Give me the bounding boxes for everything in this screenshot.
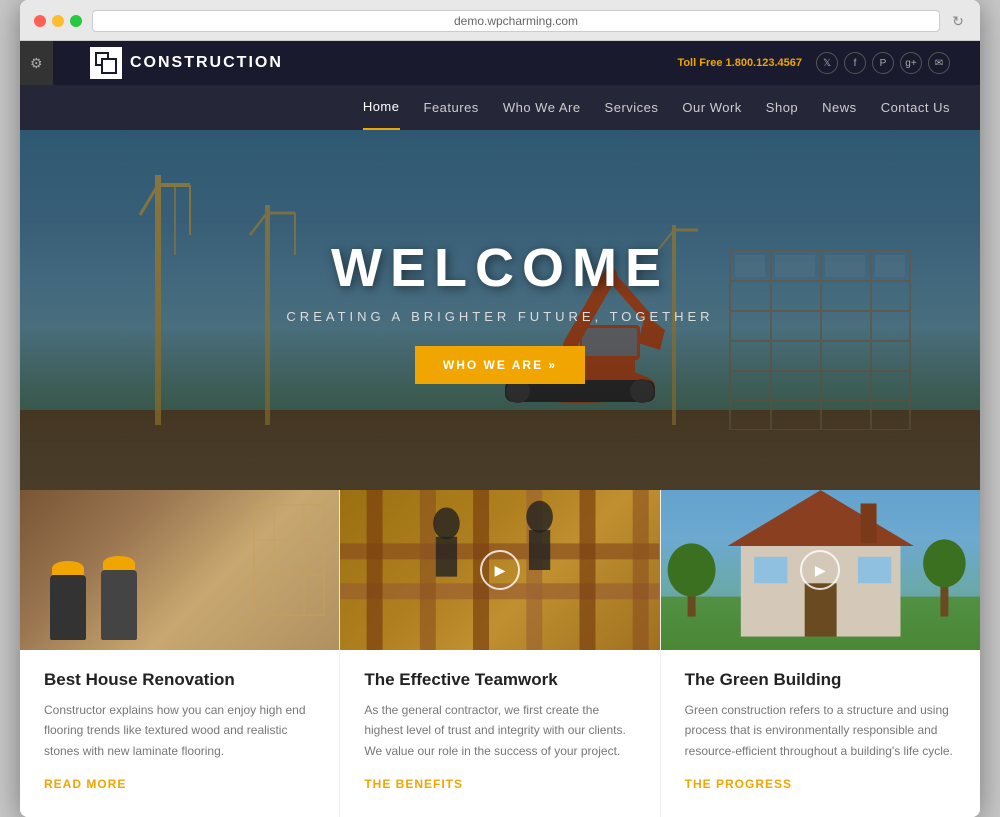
address-bar[interactable]: demo.wpcharming.com <box>92 10 940 32</box>
hero-title: WELCOME <box>286 237 713 299</box>
facebook-icon[interactable]: f <box>844 52 866 74</box>
card-3-body: The Green Building Green construction re… <box>661 650 980 817</box>
card-3-image: ▶ <box>661 490 980 650</box>
settings-gear-icon[interactable]: ⚙ <box>20 41 53 85</box>
maximize-dot[interactable] <box>70 15 82 27</box>
hero-subtitle: CREATING A BRIGHTER FUTURE, TOGETHER <box>286 309 713 324</box>
nav-shop[interactable]: Shop <box>766 86 798 129</box>
nav-our-work[interactable]: Our Work <box>682 86 741 129</box>
card-3-title: The Green Building <box>685 670 956 690</box>
card-2-image: ▶ <box>340 490 659 650</box>
card-1-image <box>20 490 339 650</box>
play-button-3[interactable]: ▶ <box>800 550 840 590</box>
pinterest-icon[interactable]: P <box>872 52 894 74</box>
twitter-icon[interactable]: 𝕏 <box>816 52 838 74</box>
minimize-dot[interactable] <box>52 15 64 27</box>
card-2-title: The Effective Teamwork <box>364 670 635 690</box>
card-2-body: The Effective Teamwork As the general co… <box>340 650 659 817</box>
toll-free-number: Toll Free 1.800.123.4567 <box>677 57 802 69</box>
main-navigation: Home Features Who We Are Services Our Wo… <box>20 85 980 130</box>
nav-features[interactable]: Features <box>424 86 479 129</box>
card-teamwork: ▶ The Effective Teamwork As the general … <box>340 490 659 817</box>
nav-home[interactable]: Home <box>363 85 400 130</box>
company-name: CONSTRUCTION <box>130 54 283 72</box>
nav-who-we-are[interactable]: Who We Are <box>503 86 581 129</box>
who-we-are-button[interactable]: WHO WE ARE » <box>415 346 585 384</box>
browser-window: demo.wpcharming.com ↻ ⚙ CONSTRUCTION Tol… <box>20 0 980 817</box>
logo-icon <box>90 47 122 79</box>
card-1-link[interactable]: READ MORE <box>44 777 126 791</box>
browser-dots <box>34 15 82 27</box>
card-green-building: ▶ The Green Building Green construction … <box>661 490 980 817</box>
hero-content: WELCOME CREATING A BRIGHTER FUTURE, TOGE… <box>286 237 713 384</box>
card-1-body: Best House Renovation Constructor explai… <box>20 650 339 817</box>
nav-news[interactable]: News <box>822 86 857 129</box>
email-icon[interactable]: ✉ <box>928 52 950 74</box>
social-icons: 𝕏 f P g+ ✉ <box>816 52 950 74</box>
top-bar: ⚙ CONSTRUCTION Toll Free 1.800.123.4567 … <box>20 41 980 85</box>
reload-icon[interactable]: ↻ <box>950 13 966 29</box>
logo-area: CONSTRUCTION <box>90 47 283 79</box>
play-button-2[interactable]: ▶ <box>480 550 520 590</box>
browser-chrome: demo.wpcharming.com ↻ <box>20 0 980 41</box>
card-2-link[interactable]: THE BENEFITS <box>364 777 463 791</box>
card-1-title: Best House Renovation <box>44 670 315 690</box>
website: ⚙ CONSTRUCTION Toll Free 1.800.123.4567 … <box>20 41 980 817</box>
hero-section: WELCOME CREATING A BRIGHTER FUTURE, TOGE… <box>20 130 980 490</box>
google-plus-icon[interactable]: g+ <box>900 52 922 74</box>
close-dot[interactable] <box>34 15 46 27</box>
card-renovation: Best House Renovation Constructor explai… <box>20 490 339 817</box>
card-2-text: As the general contractor, we first crea… <box>364 700 635 761</box>
card-3-text: Green construction refers to a structure… <box>685 700 956 761</box>
card-3-link[interactable]: THE PROGRESS <box>685 777 792 791</box>
card-1-text: Constructor explains how you can enjoy h… <box>44 700 315 761</box>
nav-contact-us[interactable]: Contact Us <box>881 86 950 129</box>
nav-services[interactable]: Services <box>605 86 659 129</box>
cards-section: Best House Renovation Constructor explai… <box>20 490 980 817</box>
